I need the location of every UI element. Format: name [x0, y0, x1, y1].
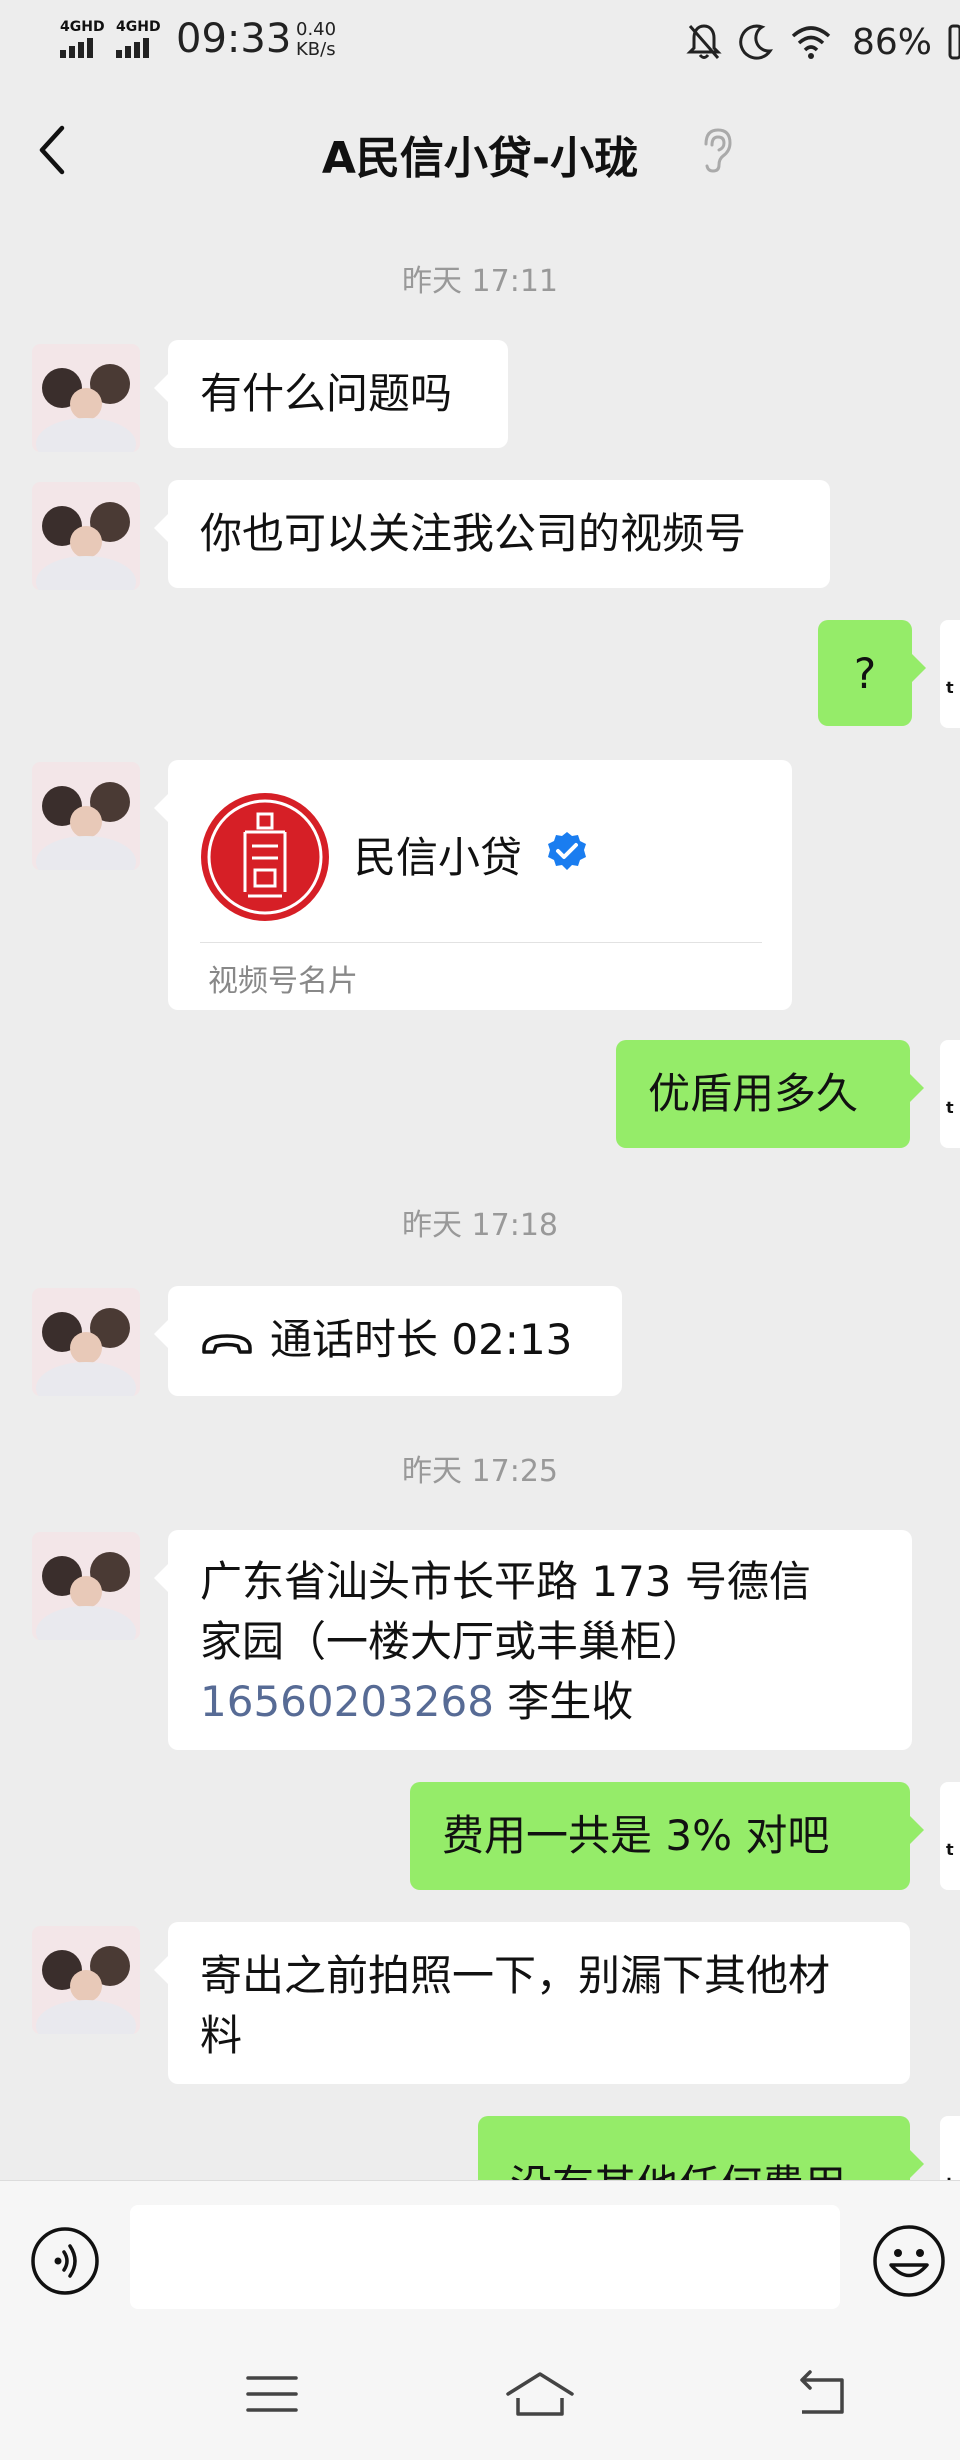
self-avatar[interactable]: t	[940, 2116, 960, 2180]
message-bubble-incoming[interactable]: 广东省汕头市长平路 173 号德信 家园（一楼大厅或丰巢柜） 165602032…	[154, 1530, 912, 1750]
message-text-line: 寄出之前拍照一下，别漏下其他材	[200, 1951, 831, 2000]
message-text: 费用一共是 3% 对吧	[442, 1811, 830, 1860]
message-bubble-outgoing[interactable]: 费用一共是 3% 对吧	[410, 1782, 924, 1890]
channel-name: 民信小贷	[354, 833, 523, 882]
voice-input-icon[interactable]	[30, 2226, 100, 2296]
battery-icon	[948, 24, 960, 60]
channel-card[interactable]: 民信小贷 视频号名片	[154, 760, 792, 1010]
phone-hangup-icon	[202, 1333, 252, 1354]
wifi-icon	[791, 26, 831, 59]
message-bubble-incoming[interactable]: 有什么问题吗	[154, 340, 508, 448]
call-duration: 通话时长 02:13	[270, 1315, 573, 1364]
signal-icon-sim1: 4GHD	[60, 20, 105, 58]
card-type-label: 视频号名片	[208, 964, 358, 999]
moon-icon	[739, 24, 773, 60]
message-input-bar	[0, 2180, 960, 2321]
timestamp: 昨天 17:25	[402, 1454, 558, 1489]
self-avatar[interactable]: t	[940, 1040, 960, 1148]
message-bubble-outgoing[interactable]: 没有其他任何费用	[478, 2116, 924, 2180]
clock: 09:33	[176, 16, 292, 62]
message-text: 优盾用多久	[648, 1069, 859, 1118]
network-type-sim1: 4GHD	[60, 19, 105, 35]
system-navigation-bar	[0, 2320, 960, 2460]
avatar[interactable]	[32, 1288, 140, 1396]
message-text-line: 16560203268 李生收	[200, 1672, 880, 1732]
message-bubble-outgoing[interactable]: ?	[818, 620, 926, 726]
self-avatar[interactable]: t	[940, 620, 960, 728]
message-text: 你也可以关注我公司的视频号	[200, 509, 747, 558]
timestamp: 昨天 17:11	[402, 264, 558, 299]
chat-header: A民信小贷-小珑	[0, 80, 960, 216]
phone-number-link[interactable]: 16560203268	[200, 1677, 494, 1726]
message-text: 有什么问题吗	[200, 369, 453, 418]
message-list[interactable]: 昨天 17:11 有什么问题吗 你也可以关注我公司的视频号 ? t 民信小贷 视…	[0, 216, 960, 2180]
status-bar: 4GHD 4GHD 09:33 0.40 KB/s 86%	[0, 0, 960, 80]
call-record-bubble[interactable]: 通话时长 02:13	[154, 1286, 622, 1396]
network-speed-value: 0.40	[296, 19, 337, 40]
verified-badge-icon	[548, 832, 586, 870]
message-text-line: 广东省汕头市长平路 173 号德信	[200, 1557, 811, 1606]
emoji-icon[interactable]	[872, 2224, 946, 2298]
card-divider	[200, 942, 762, 943]
avatar[interactable]	[32, 344, 140, 452]
message-text: 李生收	[493, 1677, 634, 1726]
timestamp: 昨天 17:18	[402, 1208, 558, 1243]
message-bubble-incoming[interactable]: 你也可以关注我公司的视频号	[154, 480, 830, 588]
message-bubble-outgoing[interactable]: 优盾用多久	[616, 1040, 924, 1148]
message-text-line: 家园（一楼大厅或丰巢柜）	[200, 1617, 705, 1666]
message-text: ?	[853, 649, 877, 698]
network-type-sim2: 4GHD	[116, 19, 161, 35]
avatar[interactable]	[32, 482, 140, 590]
message-text: 没有其他任何费用	[510, 2161, 846, 2180]
status-icons: 86%	[686, 14, 960, 70]
avatar[interactable]	[32, 762, 140, 870]
network-speed-unit: KB/s	[296, 39, 336, 60]
message-bubble-incoming[interactable]: 寄出之前拍照一下，别漏下其他材 料	[154, 1922, 910, 2084]
mute-bell-icon	[686, 24, 722, 59]
battery-percent: 86%	[851, 21, 932, 63]
message-input[interactable]	[130, 2205, 840, 2309]
home-icon[interactable]	[504, 2368, 576, 2420]
self-avatar[interactable]: t	[940, 1782, 960, 1890]
message-text-line: 料	[200, 2011, 243, 2060]
avatar[interactable]	[32, 1532, 140, 1640]
channel-logo	[201, 793, 329, 921]
ear-icon[interactable]	[700, 126, 734, 174]
back-nav-icon[interactable]	[794, 2368, 854, 2420]
signal-icon-sim2: 4GHD	[116, 20, 161, 58]
avatar[interactable]	[32, 1926, 140, 2034]
menu-icon[interactable]	[242, 2368, 302, 2420]
network-speed: 0.40 KB/s	[296, 20, 336, 60]
chat-title: A民信小贷-小珑	[321, 133, 639, 184]
